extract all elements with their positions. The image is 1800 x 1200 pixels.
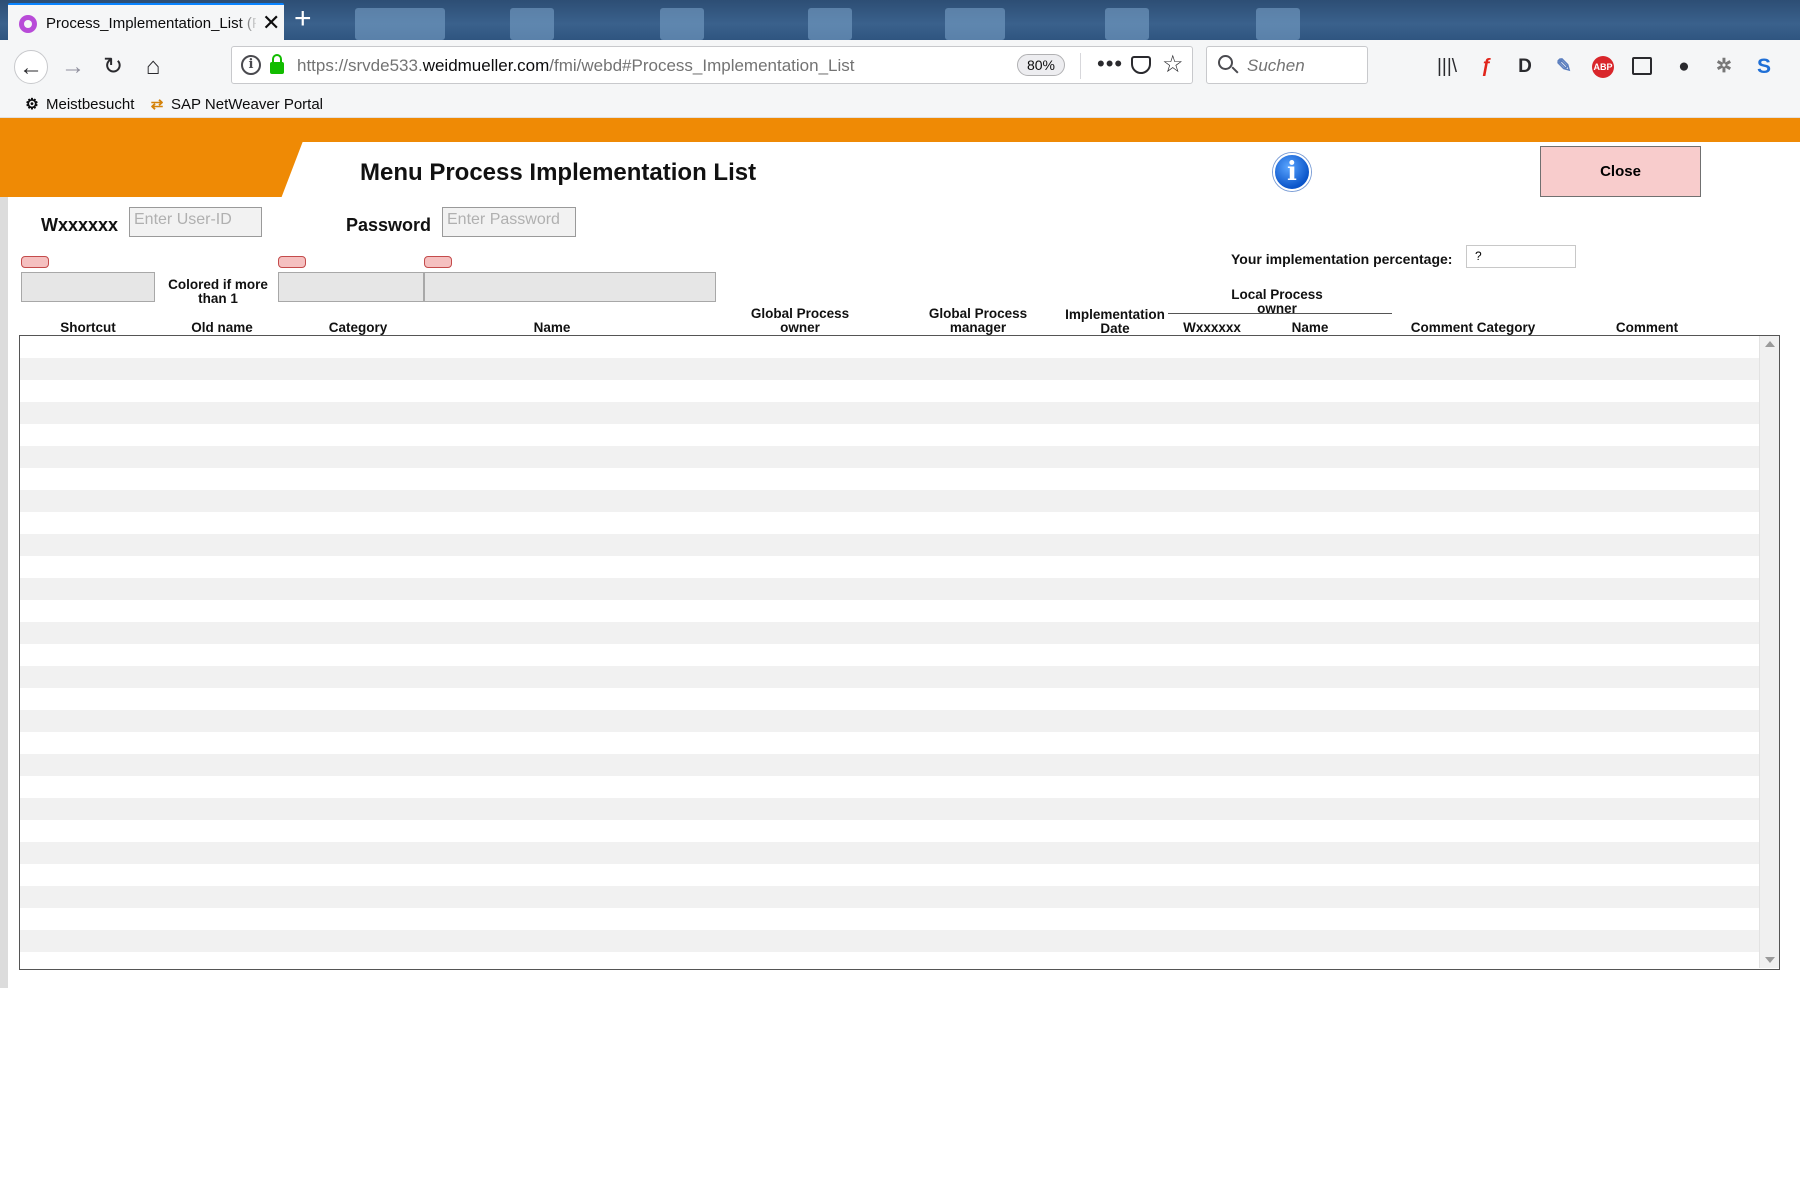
tab-close-icon[interactable]: ✕ — [262, 11, 280, 35]
search-input[interactable]: Suchen — [1206, 46, 1368, 84]
settings-icon[interactable]: ✲ — [1711, 54, 1737, 80]
adblock-icon[interactable]: ABP — [1592, 56, 1614, 78]
search-placeholder: Suchen — [1247, 56, 1305, 75]
column-header-global-process-owner: Global Process owner — [750, 306, 850, 335]
page-title: Menu Process Implementation List — [360, 159, 757, 186]
column-header-old-name: Old name — [191, 320, 253, 335]
skype-icon[interactable]: S — [1751, 54, 1777, 80]
colored-note: Colored if more than 1 — [168, 277, 268, 306]
acrobat-icon[interactable]: ƒ — [1473, 54, 1499, 80]
background-window-ghost — [510, 8, 554, 40]
column-header-implementation-date: Implementation Date — [1065, 307, 1165, 336]
password-input[interactable]: Enter Password — [442, 207, 576, 237]
process-list-table[interactable] — [19, 335, 1780, 970]
sort-toggle-category[interactable] — [278, 256, 306, 268]
table-rows-area[interactable] — [20, 336, 1761, 968]
forward-arrow-icon[interactable]: → — [56, 50, 90, 84]
home-icon[interactable]: ⌂ — [136, 50, 170, 84]
user-id-label: Wxxxxxx — [41, 215, 119, 235]
table-scrollbar[interactable] — [1759, 336, 1779, 968]
scroll-down-icon[interactable] — [1765, 957, 1775, 963]
screenshot-icon[interactable]: ✎ — [1551, 54, 1577, 80]
address-bar[interactable]: i https://srvde533.weidmueller.com/fmi/w… — [231, 46, 1193, 84]
secure-lock-icon[interactable] — [270, 54, 284, 74]
left-edge-strip — [0, 118, 8, 988]
column-header-local-owner-user: Wxxxxxx — [1183, 320, 1241, 335]
background-window-ghost — [1256, 8, 1300, 40]
reload-icon[interactable]: ↻ — [96, 50, 130, 84]
filter-shortcut-input[interactable] — [21, 272, 155, 302]
new-tab-button[interactable]: + — [294, 2, 312, 36]
filter-name-input[interactable] — [424, 272, 716, 302]
dashlane-icon[interactable]: D — [1512, 54, 1538, 80]
percentage-field[interactable]: ? — [1466, 245, 1576, 268]
sidebar-icon[interactable] — [1632, 57, 1652, 75]
navigation-toolbar: ← → ↻ ⌂ i https://srvde533.weidmueller.c… — [0, 40, 1800, 92]
column-header-local-owner-name: Name — [1291, 320, 1329, 335]
tab-favicon-icon — [19, 15, 37, 33]
filter-category-input[interactable] — [278, 272, 424, 302]
site-info-icon[interactable]: i — [241, 55, 261, 75]
gear-icon: ⚙ — [25, 96, 39, 113]
sort-toggle-shortcut[interactable] — [21, 256, 49, 268]
column-header-global-process-manager: Global Process manager — [928, 306, 1028, 335]
percentage-label: Your implementation percentage: — [1231, 251, 1453, 267]
search-icon — [1218, 55, 1233, 70]
password-label: Password — [346, 215, 432, 235]
header-orange-wedge — [0, 118, 352, 197]
bookmarks-toolbar: ⚙ Meistbesucht ⇄ SAP NetWeaver Portal — [0, 92, 1800, 118]
pocket-icon[interactable] — [1131, 56, 1151, 74]
info-icon[interactable]: i — [1273, 153, 1311, 191]
bookmark-star-icon[interactable]: ☆ — [1162, 50, 1184, 79]
background-window-ghost — [660, 8, 704, 40]
scroll-up-icon[interactable] — [1765, 341, 1775, 347]
bookmark-meistbesucht[interactable]: ⚙ Meistbesucht — [23, 95, 134, 113]
column-header-name: Name — [533, 320, 571, 335]
sap-portal-icon: ⇄ — [150, 96, 164, 113]
local-owner-divider — [1168, 313, 1392, 314]
page-actions-icon[interactable]: ••• — [1097, 51, 1123, 77]
library-icon[interactable]: |||\ — [1434, 54, 1460, 80]
sort-toggle-name[interactable] — [424, 256, 452, 268]
column-header-comment-category: Comment Category — [1410, 320, 1536, 335]
background-window-ghost — [945, 8, 1005, 40]
background-window-ghost — [808, 8, 852, 40]
back-arrow-icon[interactable]: ← — [14, 50, 48, 84]
background-window-ghost — [355, 8, 445, 40]
bookmark-sap-portal[interactable]: ⇄ SAP NetWeaver Portal — [148, 95, 323, 113]
column-header-category: Category — [328, 320, 388, 335]
browser-tab-bar: Process_Implementation_List (F ✕ + — [0, 0, 1800, 40]
column-header-comment: Comment — [1615, 320, 1679, 335]
active-tab[interactable]: Process_Implementation_List (F ✕ — [8, 3, 284, 40]
column-header-shortcut: Shortcut — [60, 320, 116, 335]
background-window-ghost — [1105, 8, 1149, 40]
zoom-level-badge[interactable]: 80% — [1017, 54, 1065, 76]
close-button[interactable]: Close — [1540, 146, 1701, 197]
url-text[interactable]: https://srvde533.weidmueller.com/fmi/web… — [297, 56, 855, 76]
extension-icon[interactable]: ● — [1671, 54, 1697, 80]
user-id-input[interactable]: Enter User-ID — [129, 207, 262, 237]
tab-title: Process_Implementation_List (F — [46, 15, 256, 32]
column-header-local-process-owner: Local Process owner — [1231, 287, 1323, 316]
